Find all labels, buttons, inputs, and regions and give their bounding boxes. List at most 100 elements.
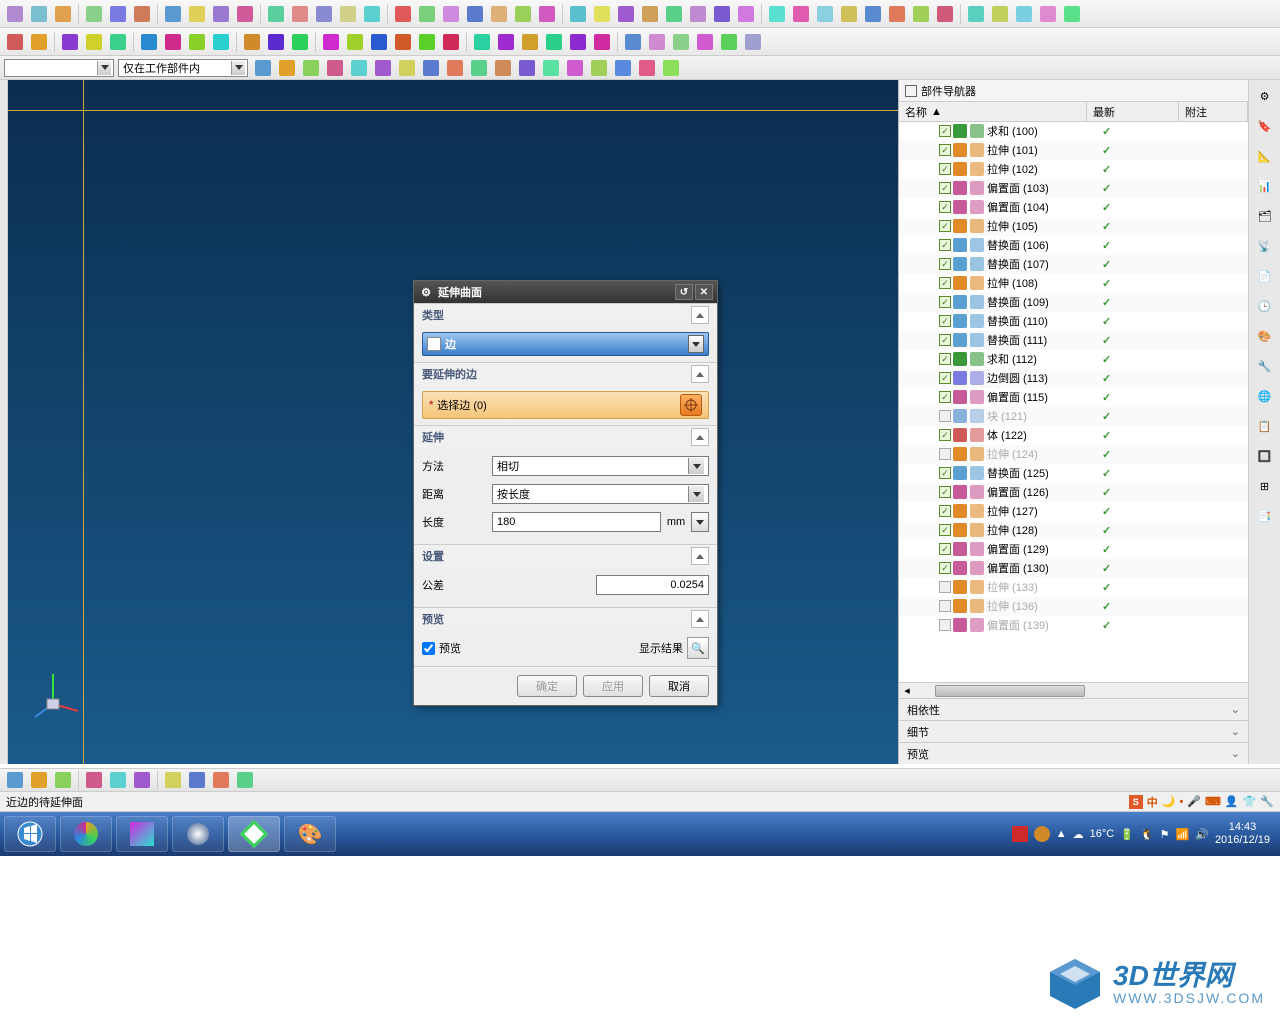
toolbar-button[interactable] bbox=[663, 3, 685, 25]
feature-checkbox[interactable] bbox=[939, 144, 951, 156]
toolbar-button[interactable] bbox=[934, 3, 956, 25]
bottom-toolbar-button[interactable] bbox=[162, 769, 184, 791]
feature-checkbox[interactable] bbox=[939, 486, 951, 498]
toolbar-button[interactable] bbox=[639, 3, 661, 25]
feature-tree-item[interactable]: 拉伸 (136)✓ bbox=[899, 597, 1248, 616]
sidebar-button[interactable]: 📐 bbox=[1253, 144, 1277, 168]
task-app-2[interactable] bbox=[116, 816, 168, 852]
toolbar-button[interactable] bbox=[567, 3, 589, 25]
toolbar-button[interactable] bbox=[138, 31, 160, 53]
toolbar-button[interactable] bbox=[567, 31, 589, 53]
toolbar-button[interactable] bbox=[670, 31, 692, 53]
filter-button[interactable] bbox=[516, 57, 538, 79]
tolerance-input[interactable] bbox=[596, 575, 710, 595]
feature-tree-item[interactable]: 偏置面 (126)✓ bbox=[899, 483, 1248, 502]
feature-tree-item[interactable]: 求和 (100)✓ bbox=[899, 122, 1248, 141]
feature-tree-item[interactable]: 替换面 (106)✓ bbox=[899, 236, 1248, 255]
feature-tree[interactable]: 求和 (100)✓拉伸 (101)✓拉伸 (102)✓偏置面 (103)✓ 偏置面… bbox=[899, 122, 1248, 682]
dialog-close-button[interactable]: ✕ bbox=[695, 284, 713, 300]
distance-select[interactable]: 按长度 bbox=[492, 484, 709, 504]
feature-tree-item[interactable]: 拉伸 (101)✓ bbox=[899, 141, 1248, 160]
sidebar-button[interactable]: 📋 bbox=[1253, 414, 1277, 438]
apply-button[interactable]: 应用 bbox=[583, 675, 643, 697]
sub-panel-dependency[interactable]: 相依性⌄ bbox=[899, 698, 1248, 720]
toolbar-button[interactable] bbox=[536, 3, 558, 25]
method-select[interactable]: 相切 bbox=[492, 456, 709, 476]
feature-checkbox[interactable] bbox=[939, 581, 951, 593]
toolbar-button[interactable] bbox=[83, 31, 105, 53]
toolbar-button[interactable] bbox=[162, 31, 184, 53]
feature-tree-item[interactable]: 偏置面 (130)✓ bbox=[899, 559, 1248, 578]
toolbar-button[interactable] bbox=[361, 3, 383, 25]
toolbar-button[interactable] bbox=[107, 31, 129, 53]
toolbar-button[interactable] bbox=[440, 31, 462, 53]
toolbar-button[interactable] bbox=[392, 3, 414, 25]
filter-combo-1[interactable] bbox=[4, 59, 114, 77]
sidebar-button[interactable]: 📄 bbox=[1253, 264, 1277, 288]
filter-button[interactable] bbox=[348, 57, 370, 79]
feature-checkbox[interactable] bbox=[939, 239, 951, 251]
bottom-toolbar-button[interactable] bbox=[186, 769, 208, 791]
toolbar-button[interactable] bbox=[241, 31, 263, 53]
feature-tree-item[interactable]: 偏置面 (103)✓ bbox=[899, 179, 1248, 198]
feature-tree-item[interactable]: 拉伸 (128)✓ bbox=[899, 521, 1248, 540]
section-settings-toggle[interactable] bbox=[691, 547, 709, 565]
feature-tree-item[interactable]: 体 (122)✓ bbox=[899, 426, 1248, 445]
toolbar-button[interactable] bbox=[519, 31, 541, 53]
feature-tree-item[interactable]: 替换面 (110)✓ bbox=[899, 312, 1248, 331]
filter-button[interactable] bbox=[252, 57, 274, 79]
toolbar-button[interactable] bbox=[790, 3, 812, 25]
toolbar-button[interactable] bbox=[886, 3, 908, 25]
feature-checkbox[interactable] bbox=[939, 258, 951, 270]
feature-tree-item[interactable]: 求和 (112)✓ bbox=[899, 350, 1248, 369]
task-app-1[interactable] bbox=[60, 816, 112, 852]
type-combo[interactable]: 边 bbox=[422, 332, 709, 356]
feature-checkbox[interactable] bbox=[939, 182, 951, 194]
toolbar-button[interactable] bbox=[416, 31, 438, 53]
toolbar-button[interactable] bbox=[646, 31, 668, 53]
dialog-reset-button[interactable]: ↺ bbox=[675, 284, 693, 300]
feature-checkbox[interactable] bbox=[939, 163, 951, 175]
feature-checkbox[interactable] bbox=[939, 429, 951, 441]
toolbar-button[interactable] bbox=[622, 31, 644, 53]
toolbar-button[interactable] bbox=[28, 31, 50, 53]
feature-tree-item[interactable]: 拉伸 (127)✓ bbox=[899, 502, 1248, 521]
toolbar-button[interactable] bbox=[495, 31, 517, 53]
toolbar-button[interactable] bbox=[543, 31, 565, 53]
feature-checkbox[interactable] bbox=[939, 277, 951, 289]
filter-button[interactable] bbox=[660, 57, 682, 79]
sidebar-button[interactable]: ⚙ bbox=[1253, 84, 1277, 108]
filter-button[interactable] bbox=[564, 57, 586, 79]
feature-tree-item[interactable]: 拉伸 (102)✓ bbox=[899, 160, 1248, 179]
toolbar-button[interactable] bbox=[1061, 3, 1083, 25]
sidebar-button[interactable]: 🗂 bbox=[1253, 204, 1277, 228]
toolbar-button[interactable] bbox=[464, 3, 486, 25]
toolbar-button[interactable] bbox=[694, 31, 716, 53]
feature-tree-item[interactable]: 拉伸 (108)✓ bbox=[899, 274, 1248, 293]
filter-button[interactable] bbox=[300, 57, 322, 79]
start-button[interactable] bbox=[4, 816, 56, 852]
dialog-titlebar[interactable]: ⚙ 延伸曲面 ↺ ✕ bbox=[414, 281, 717, 303]
ok-button[interactable]: 确定 bbox=[517, 675, 577, 697]
toolbar-button[interactable] bbox=[4, 3, 26, 25]
toolbar-button[interactable] bbox=[28, 3, 50, 25]
task-app-3[interactable] bbox=[172, 816, 224, 852]
sub-panel-preview[interactable]: 预览⌄ bbox=[899, 742, 1248, 764]
length-spinner[interactable] bbox=[691, 512, 709, 532]
toolbar-button[interactable] bbox=[210, 31, 232, 53]
toolbar-button[interactable] bbox=[471, 31, 493, 53]
filter-button[interactable] bbox=[636, 57, 658, 79]
bottom-toolbar-button[interactable] bbox=[131, 769, 153, 791]
sidebar-button[interactable]: 🔖 bbox=[1253, 114, 1277, 138]
filter-button[interactable] bbox=[420, 57, 442, 79]
filter-button[interactable] bbox=[612, 57, 634, 79]
feature-tree-item[interactable]: 块 (121)✓ bbox=[899, 407, 1248, 426]
feature-checkbox[interactable] bbox=[939, 372, 951, 384]
toolbar-button[interactable] bbox=[862, 3, 884, 25]
feature-tree-item[interactable]: 偏置面 (139)✓ bbox=[899, 616, 1248, 635]
feature-checkbox[interactable] bbox=[939, 448, 951, 460]
filter-scope-combo[interactable]: 仅在工作部件内 bbox=[118, 59, 248, 77]
toolbar-button[interactable] bbox=[337, 3, 359, 25]
feature-tree-item[interactable]: 边倒圆 (113)✓ bbox=[899, 369, 1248, 388]
filter-button[interactable] bbox=[396, 57, 418, 79]
